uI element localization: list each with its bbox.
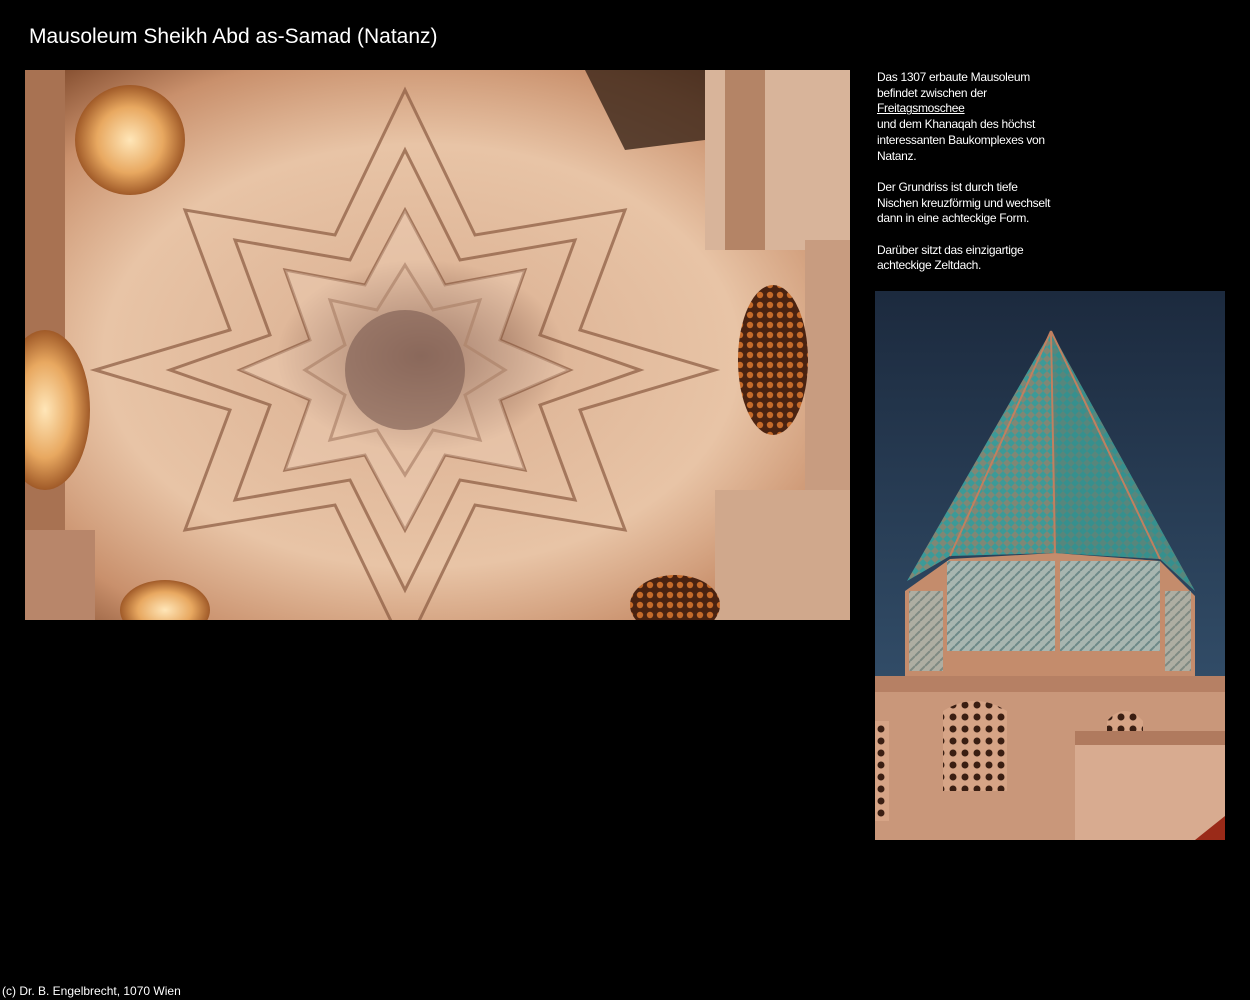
description-line: dann in eine achteckige Form. (877, 211, 1030, 226)
freitagsmoschee-link[interactable]: Freitagsmoschee (877, 101, 965, 115)
description-line: und dem Khanaqah des höchst (877, 117, 1036, 132)
description-paragraph-1: Das 1307 erbaute Mausoleum befindet zwis… (877, 70, 1077, 164)
description-line: Das 1307 erbaute Mausoleum (877, 70, 1030, 84)
description-paragraph-3: Darüber sitzt das einzigartige achteckig… (877, 243, 1077, 274)
tent-roof-image (875, 291, 1225, 840)
description-line: achteckige Zeltdach. (877, 258, 982, 273)
page-title: Mausoleum Sheikh Abd as-Samad (Natanz) (29, 25, 438, 48)
muqarnas-ceiling-image (25, 70, 850, 620)
copyright-footer: (c) Dr. B. Engelbrecht, 1070 Wien (2, 984, 181, 998)
tent-roof-photo[interactable] (875, 291, 1225, 840)
description-text: Das 1307 erbaute Mausoleum befindet zwis… (877, 70, 1077, 290)
description-paragraph-2: Der Grundriss ist durch tiefe Nischen kr… (877, 180, 1077, 227)
description-line: Natanz. (877, 148, 917, 163)
description-line: befindet zwischen der (877, 85, 987, 100)
description-line: Der Grundriss ist durch tiefe (877, 179, 1018, 194)
description-line: Nischen kreuzförmig und wechselt (877, 195, 1051, 210)
description-line: interessanten Baukomplexes von (877, 132, 1045, 147)
description-line: Darüber sitzt das einzigartige (877, 242, 1024, 257)
muqarnas-ceiling-photo[interactable] (25, 70, 850, 620)
